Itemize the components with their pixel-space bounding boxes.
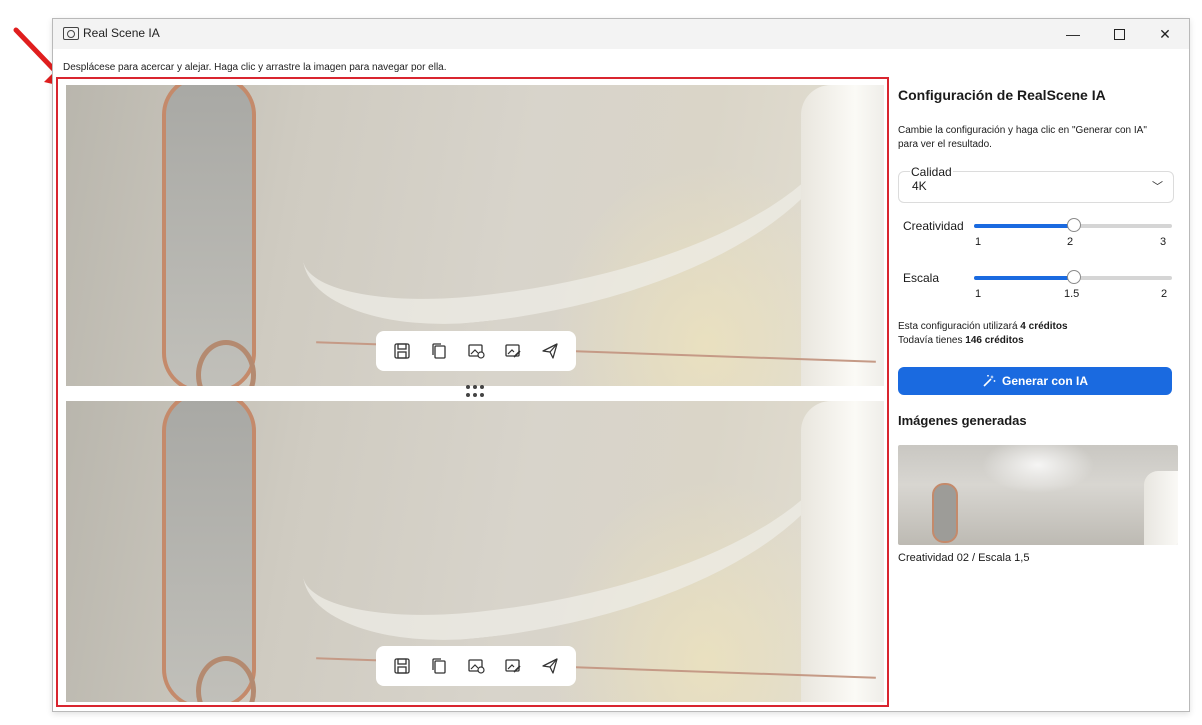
image-edit-icon [505, 344, 521, 358]
image-pane-bottom[interactable] [66, 401, 884, 702]
credits-usage: Esta configuración utilizará 4 créditos [898, 321, 1068, 332]
save-button[interactable] [391, 340, 413, 362]
image-viewer [56, 77, 889, 707]
save-button[interactable] [391, 655, 413, 677]
send-button[interactable] [539, 655, 561, 677]
wall-curve [283, 401, 869, 656]
creatividad-slider[interactable] [974, 218, 1172, 232]
generated-image-thumbnail[interactable] [898, 445, 1178, 545]
credits-usage-text: Esta configuración utilizará [898, 321, 1018, 332]
escala-label: Escala [903, 271, 940, 285]
credits-usage-amount: 4 créditos [1020, 321, 1068, 332]
creatividad-tick-min: 1 [975, 236, 982, 248]
image-pane-top[interactable] [66, 85, 884, 386]
chevron-down-icon: ﹀ [1152, 181, 1163, 193]
copy-button[interactable] [428, 655, 450, 677]
escala-tick-max: 2 [1161, 288, 1168, 300]
minimize-button[interactable]: — [1050, 19, 1096, 49]
copy-button[interactable] [428, 340, 450, 362]
wall-curve [283, 85, 869, 340]
image-toolbar [376, 331, 576, 371]
escala-tick-mid: 1.5 [1064, 288, 1080, 300]
image-edit-button[interactable] [502, 340, 524, 362]
generate-ai-label: Generar con IA [1001, 374, 1089, 388]
generated-images-title: Imágenes generadas [898, 413, 1027, 428]
creatividad-slider-fill [974, 224, 1073, 228]
credits-remaining-amount: 146 créditos [965, 335, 1024, 346]
navigation-hint: Desplácese para acercar y alejar. Haga c… [63, 62, 447, 73]
escala-slider-thumb[interactable] [1067, 270, 1081, 284]
creatividad-slider-thumb[interactable] [1067, 218, 1081, 232]
thumbnail-column [1144, 471, 1178, 545]
drag-dots-icon [466, 385, 484, 397]
credits-remaining-text: Todavía tienes [898, 335, 963, 346]
creatividad-tick-max: 3 [1160, 236, 1167, 248]
generate-ai-button[interactable]: Generar con IA [898, 367, 1172, 395]
save-icon [394, 658, 411, 674]
image-settings-button[interactable] [465, 340, 487, 362]
copy-icon [432, 658, 446, 674]
maximize-button[interactable] [1096, 19, 1142, 49]
thumbnail-mirror [932, 483, 958, 543]
send-icon [541, 658, 558, 674]
credits-remaining: Todavía tienes 146 créditos [898, 335, 1024, 346]
quality-value: 4K [912, 179, 927, 193]
image-settings-icon [468, 344, 485, 359]
image-toolbar [376, 646, 576, 686]
escala-slider[interactable] [974, 270, 1172, 284]
mirror [162, 401, 256, 702]
escala-slider-fill [974, 276, 1073, 280]
save-icon [394, 343, 411, 359]
mirror [162, 85, 256, 386]
send-button[interactable] [539, 340, 561, 362]
generated-image-caption: Creatividad 02 / Escala 1,5 [898, 552, 1030, 564]
image-settings-button[interactable] [465, 655, 487, 677]
column [801, 85, 884, 386]
quality-label: Calidad [910, 165, 953, 179]
close-button[interactable]: ✕ [1142, 19, 1188, 49]
window-title: Real Scene IA [83, 26, 160, 40]
maximize-icon [1113, 28, 1125, 40]
image-settings-icon [468, 659, 485, 674]
magic-wand-icon [983, 374, 996, 387]
app-window: Real Scene IA — ✕ Desplácese para acerca… [52, 18, 1190, 712]
copy-icon [432, 343, 446, 359]
settings-description: Cambie la configuración y haga clic en "… [898, 125, 1147, 150]
settings-title: Configuración de RealScene IA [898, 87, 1106, 103]
title-bar: Real Scene IA — ✕ [53, 19, 1189, 49]
creatividad-label: Creatividad [903, 219, 964, 233]
send-icon [541, 343, 558, 359]
image-edit-icon [505, 659, 521, 673]
column [801, 401, 884, 702]
escala-tick-min: 1 [975, 288, 982, 300]
camera-icon [63, 27, 79, 40]
image-edit-button[interactable] [502, 655, 524, 677]
pane-splitter-handle[interactable] [460, 383, 490, 399]
creatividad-tick-mid: 2 [1067, 236, 1074, 248]
